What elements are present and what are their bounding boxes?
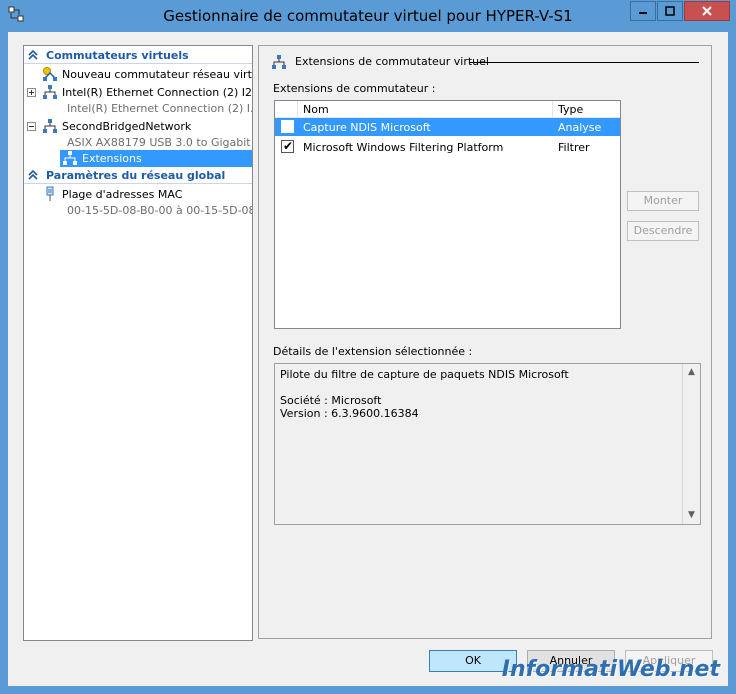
details-company: Société : Microsoft xyxy=(280,394,382,407)
tree-item-label: Intel(R) Ethernet Connection (2) I2... xyxy=(62,86,253,99)
extension-name: Capture NDIS Microsoft xyxy=(303,121,431,134)
maximize-icon xyxy=(665,6,675,16)
navigation-tree: Commutateurs virtuels Nouveau commutateu… xyxy=(23,45,253,641)
tree-item-label: Nouveau commutateur réseau virtuel xyxy=(62,68,253,81)
column-separator[interactable] xyxy=(552,101,553,117)
tree-item-sublabel: ASIX AX88179 USB 3.0 to Gigabit ... xyxy=(67,136,253,149)
watermark-logo: InformatiWeb.net xyxy=(501,657,720,682)
tree-item-mac-range[interactable]: Plage d'adresses MAC xyxy=(24,186,252,202)
extensions-icon xyxy=(63,151,77,165)
extension-type: Filtrer xyxy=(558,141,590,154)
tree-item-second-switch[interactable]: SecondBridgedNetwork xyxy=(24,118,252,134)
enable-checkbox[interactable]: ✔ xyxy=(281,139,294,153)
close-button[interactable] xyxy=(684,1,730,21)
extensions-list[interactable]: Nom Type Capture NDIS Microsoft Analyse … xyxy=(274,100,621,329)
close-icon xyxy=(702,6,712,16)
network-switch-icon xyxy=(43,119,57,133)
list-row-capture-ndis[interactable]: Capture NDIS Microsoft Analyse xyxy=(275,118,620,136)
tree-item-extensions[interactable]: Extensions xyxy=(60,150,252,167)
window-title: Gestionnaire de commutateur virtuel pour… xyxy=(163,7,573,25)
category-label: Paramètres du réseau global xyxy=(46,169,226,182)
collapse-chevron-icon xyxy=(28,50,38,60)
tree-item-sublabel: Intel(R) Ethernet Connection (2) I... xyxy=(67,102,253,115)
minimize-icon xyxy=(639,12,647,14)
tree-item-label: Plage d'adresses MAC xyxy=(62,188,183,201)
extension-type: Analyse xyxy=(558,121,602,134)
maximize-button[interactable] xyxy=(657,1,683,21)
minimize-button[interactable] xyxy=(630,1,656,21)
details-panel: Extensions de commutateur virtuel Extens… xyxy=(258,45,712,639)
title-bar[interactable]: Gestionnaire de commutateur virtuel pour… xyxy=(0,0,736,34)
category-global-network[interactable]: Paramètres du réseau global xyxy=(24,168,252,184)
network-switch-icon xyxy=(43,85,57,99)
vertical-scrollbar[interactable]: ▲ ▼ xyxy=(682,364,700,524)
tree-item-label: SecondBridgedNetwork xyxy=(62,120,192,133)
category-label: Commutateurs virtuels xyxy=(46,49,189,62)
section-divider xyxy=(469,62,699,63)
dialog-body: Commutateurs virtuels Nouveau commutateu… xyxy=(8,32,728,686)
mac-address-icon xyxy=(46,186,54,201)
extension-details-textbox[interactable]: Pilote du filtre de capture de paquets N… xyxy=(274,363,701,525)
category-divider xyxy=(24,183,252,184)
expand-icon[interactable] xyxy=(27,88,36,97)
column-header-type[interactable]: Type xyxy=(558,103,583,116)
tree-item-label: Extensions xyxy=(82,152,142,165)
details-label: Détails de l'extension sélectionnée : xyxy=(273,345,473,358)
category-divider xyxy=(24,63,252,64)
details-version: Version : 6.3.9600.16384 xyxy=(280,407,419,420)
checkmark-icon: ✔ xyxy=(283,139,294,153)
category-virtual-switches[interactable]: Commutateurs virtuels xyxy=(24,48,252,64)
list-row-wfp[interactable]: ✔ Microsoft Windows Filtering Platform F… xyxy=(275,138,620,156)
section-title: Extensions de commutateur virtuel xyxy=(295,55,489,68)
move-up-button[interactable]: Monter xyxy=(627,191,699,211)
new-switch-icon xyxy=(43,67,57,81)
collapse-chevron-icon xyxy=(28,170,38,180)
virtual-switch-extension-icon xyxy=(272,55,286,69)
tree-item-intel-switch[interactable]: Intel(R) Ethernet Connection (2) I2... xyxy=(24,84,252,100)
details-description: Pilote du filtre de capture de paquets N… xyxy=(280,368,569,381)
window: Gestionnaire de commutateur virtuel pour… xyxy=(0,0,736,694)
move-down-button[interactable]: Descendre xyxy=(627,221,699,241)
extensions-list-label: Extensions de commutateur : xyxy=(273,82,436,95)
column-separator[interactable] xyxy=(297,101,298,117)
list-header: Nom Type xyxy=(275,101,620,118)
tree-item-sublabel: 00-15-5D-08-B0-00 à 00-15-5D-08.... xyxy=(67,204,253,217)
tree-item-new-switch[interactable]: Nouveau commutateur réseau virtuel xyxy=(24,66,252,82)
extension-name: Microsoft Windows Filtering Platform xyxy=(303,141,504,154)
column-header-name[interactable]: Nom xyxy=(303,103,329,116)
scroll-down-arrow-icon[interactable]: ▼ xyxy=(683,507,700,524)
collapse-icon[interactable] xyxy=(27,122,36,131)
scroll-up-arrow-icon[interactable]: ▲ xyxy=(683,364,700,381)
enable-checkbox[interactable] xyxy=(281,120,294,133)
